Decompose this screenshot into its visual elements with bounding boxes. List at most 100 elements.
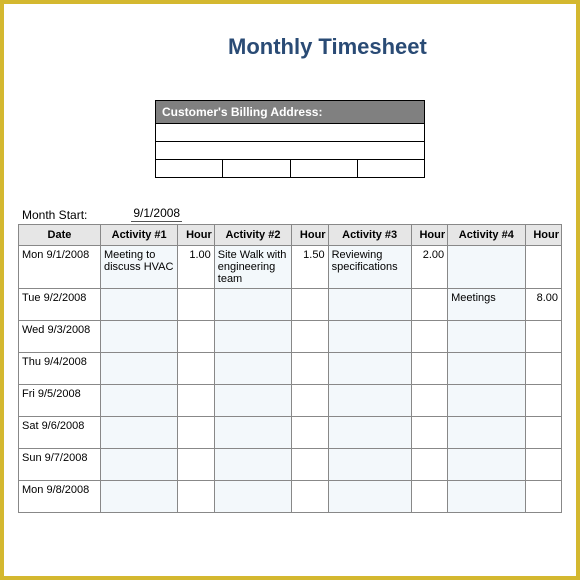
cell-hour-2 [292, 385, 328, 417]
cell-activity-2 [214, 353, 291, 385]
cell-activity-4 [448, 417, 525, 449]
cell-activity-4 [448, 353, 525, 385]
table-row: Sun 9/7/2008 [19, 449, 562, 481]
cell-activity-4 [448, 385, 525, 417]
cell-activity-4 [448, 246, 525, 289]
header-hour-3: Hour [411, 225, 447, 246]
cell-date: Wed 9/3/2008 [19, 321, 101, 353]
header-hour-1: Hour [178, 225, 214, 246]
cell-activity-2 [214, 289, 291, 321]
cell-hour-4 [525, 449, 561, 481]
billing-cell [223, 160, 290, 177]
cell-activity-2 [214, 321, 291, 353]
cell-hour-2 [292, 321, 328, 353]
cell-hour-3 [411, 449, 447, 481]
cell-hour-1 [178, 353, 214, 385]
table-row: Tue 9/2/2008 Meetings8.00 [19, 289, 562, 321]
cell-hour-3 [411, 481, 447, 513]
month-start-label: Month Start: [22, 208, 87, 222]
header-activity-3: Activity #3 [328, 225, 411, 246]
cell-date: Sat 9/6/2008 [19, 417, 101, 449]
cell-hour-1 [178, 417, 214, 449]
cell-activity-1 [100, 353, 177, 385]
cell-date: Sun 9/7/2008 [19, 449, 101, 481]
cell-hour-1: 1.00 [178, 246, 214, 289]
cell-activity-3 [328, 385, 411, 417]
cell-activity-3 [328, 417, 411, 449]
cell-activity-1 [100, 385, 177, 417]
header-activity-2: Activity #2 [214, 225, 291, 246]
cell-hour-4 [525, 321, 561, 353]
cell-hour-1 [178, 385, 214, 417]
cell-activity-4 [448, 449, 525, 481]
cell-hour-3 [411, 353, 447, 385]
cell-hour-1 [178, 289, 214, 321]
cell-activity-2 [214, 449, 291, 481]
table-row: Mon 9/1/2008Meeting to discuss HVAC1.00S… [19, 246, 562, 289]
cell-activity-3 [328, 449, 411, 481]
billing-cell [291, 160, 358, 177]
billing-cell [358, 160, 424, 177]
billing-address-header: Customer's Billing Address: [155, 100, 425, 124]
table-row: Mon 9/8/2008 [19, 481, 562, 513]
cell-hour-3 [411, 417, 447, 449]
cell-date: Mon 9/8/2008 [19, 481, 101, 513]
cell-hour-2 [292, 353, 328, 385]
table-row: Thu 9/4/2008 [19, 353, 562, 385]
cell-activity-1 [100, 321, 177, 353]
cell-activity-4 [448, 481, 525, 513]
cell-hour-3 [411, 385, 447, 417]
cell-hour-2 [292, 481, 328, 513]
table-row: Wed 9/3/2008 [19, 321, 562, 353]
cell-hour-4: 8.00 [525, 289, 561, 321]
cell-activity-3: Reviewing specifications [328, 246, 411, 289]
cell-activity-2 [214, 417, 291, 449]
cell-hour-2 [292, 289, 328, 321]
cell-hour-3 [411, 321, 447, 353]
header-hour-2: Hour [292, 225, 328, 246]
timesheet-table: Date Activity #1 Hour Activity #2 Hour A… [18, 224, 562, 513]
cell-hour-4 [525, 353, 561, 385]
billing-cell [156, 160, 223, 177]
cell-hour-4 [525, 246, 561, 289]
cell-activity-1 [100, 481, 177, 513]
cell-activity-3 [328, 481, 411, 513]
header-hour-4: Hour [525, 225, 561, 246]
billing-address-line-2 [155, 142, 425, 160]
billing-address-cells [155, 160, 425, 178]
cell-activity-3 [328, 321, 411, 353]
billing-address-box: Customer's Billing Address: [155, 100, 425, 178]
cell-date: Thu 9/4/2008 [19, 353, 101, 385]
cell-activity-4 [448, 321, 525, 353]
header-activity-4: Activity #4 [448, 225, 525, 246]
month-start-row: Month Start: 9/1/2008 [22, 206, 562, 222]
cell-activity-3 [328, 289, 411, 321]
header-date: Date [19, 225, 101, 246]
cell-date: Mon 9/1/2008 [19, 246, 101, 289]
cell-hour-1 [178, 321, 214, 353]
cell-activity-2 [214, 481, 291, 513]
cell-activity-1 [100, 289, 177, 321]
cell-activity-4: Meetings [448, 289, 525, 321]
cell-hour-2: 1.50 [292, 246, 328, 289]
cell-activity-3 [328, 353, 411, 385]
page-title: Monthly Timesheet [228, 34, 562, 60]
cell-hour-1 [178, 449, 214, 481]
cell-hour-2 [292, 449, 328, 481]
document-frame: Monthly Timesheet Customer's Billing Add… [0, 0, 580, 580]
cell-date: Fri 9/5/2008 [19, 385, 101, 417]
billing-address-line-1 [155, 124, 425, 142]
table-row: Fri 9/5/2008 [19, 385, 562, 417]
cell-hour-1 [178, 481, 214, 513]
cell-hour-4 [525, 385, 561, 417]
month-start-value: 9/1/2008 [131, 206, 182, 222]
cell-activity-1 [100, 449, 177, 481]
cell-hour-4 [525, 417, 561, 449]
header-activity-1: Activity #1 [100, 225, 177, 246]
table-header-row: Date Activity #1 Hour Activity #2 Hour A… [19, 225, 562, 246]
cell-activity-1 [100, 417, 177, 449]
table-row: Sat 9/6/2008 [19, 417, 562, 449]
cell-hour-3: 2.00 [411, 246, 447, 289]
cell-activity-1: Meeting to discuss HVAC [100, 246, 177, 289]
cell-date: Tue 9/2/2008 [19, 289, 101, 321]
